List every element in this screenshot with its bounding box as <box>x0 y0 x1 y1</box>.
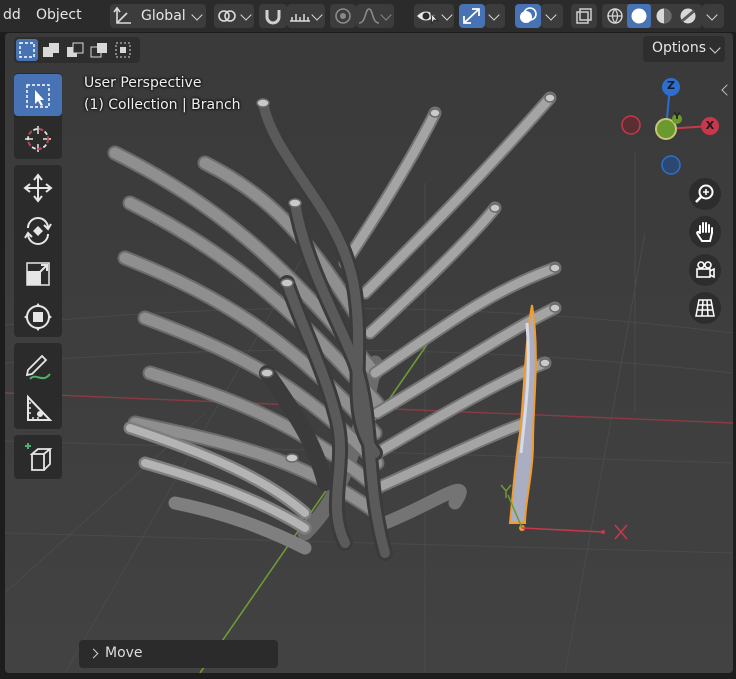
chevron-down-icon <box>191 9 203 21</box>
last-operation-label: Move <box>105 645 143 661</box>
tool-add-cube[interactable] <box>14 436 62 478</box>
perspective-toggle-button[interactable] <box>689 292 721 324</box>
ruler-icon <box>27 394 53 421</box>
zoom-button[interactable] <box>689 178 721 210</box>
chevron-down-icon <box>709 42 721 54</box>
magnet-icon <box>265 10 281 25</box>
select-mode-subtract-button[interactable] <box>64 39 86 61</box>
options-dropdown[interactable]: Options <box>643 36 725 62</box>
transform-icon <box>24 303 52 331</box>
gizmo-x-label[interactable]: X <box>703 119 717 132</box>
chevron-right-icon <box>88 648 99 659</box>
falloff-curve-icon <box>358 8 380 24</box>
falloff-dropdown[interactable] <box>356 4 394 28</box>
select-extend-icon <box>43 43 59 57</box>
select-new-icon <box>19 42 35 58</box>
chevron-down-icon <box>441 9 453 21</box>
tool-cursor[interactable] <box>14 117 62 159</box>
pan-hand-icon <box>696 222 713 242</box>
chevron-down-icon <box>311 9 323 21</box>
3d-viewport[interactable]: Z X Y Options User Perspective (1) Colle… <box>5 33 733 673</box>
pencil-icon <box>25 354 51 380</box>
xray-toggle[interactable] <box>571 4 597 28</box>
tool-move[interactable] <box>14 166 62 208</box>
gizmo-toggle[interactable] <box>459 4 485 28</box>
pivot-icon <box>218 10 236 22</box>
tool-select-box[interactable] <box>14 74 62 116</box>
selectability-visibility-dropdown[interactable] <box>414 4 454 28</box>
pivot-point-dropdown[interactable] <box>214 4 254 28</box>
tool-transform[interactable] <box>14 295 62 337</box>
transform-orientation-label: Global <box>141 8 186 24</box>
shading-wireframe-button[interactable] <box>602 4 627 28</box>
overlays-icon <box>520 7 537 23</box>
toolbar-select-group <box>14 73 62 159</box>
toolbar-transform-group <box>14 165 62 337</box>
eye-cursor-icon <box>417 11 440 26</box>
chevron-down-icon <box>706 9 718 21</box>
move-arrows-icon <box>23 173 53 203</box>
chevron-down-icon <box>488 9 500 21</box>
toolbar-add-group <box>14 435 62 479</box>
options-label: Options <box>652 40 707 56</box>
scene-render <box>5 33 733 673</box>
viewport-header: dd Object Global <box>0 0 736 32</box>
orientation-axes-icon <box>113 6 131 24</box>
chevron-down-icon <box>545 9 557 21</box>
chevron-down-icon <box>380 9 392 21</box>
last-operation-panel[interactable]: Move <box>79 640 278 668</box>
proportional-edit-toggle[interactable] <box>330 4 356 28</box>
camera-view-button[interactable] <box>689 254 721 286</box>
collection-label: (1) Collection | Branch <box>84 97 241 113</box>
view-name: User Perspective <box>84 75 202 91</box>
shading-solid-button[interactable] <box>627 4 652 28</box>
overlays-dropdown[interactable] <box>541 4 563 28</box>
pan-button[interactable] <box>689 216 721 248</box>
gizmo-z-label[interactable]: Z <box>664 79 678 92</box>
add-cube-icon <box>25 443 53 471</box>
scale-icon <box>26 262 50 286</box>
gizmo-arrow-icon <box>463 8 480 24</box>
cursor-icon <box>25 126 51 152</box>
snap-target-dropdown[interactable] <box>287 4 325 28</box>
gizmo-dropdown[interactable] <box>485 4 505 28</box>
overlays-toggle[interactable] <box>515 4 541 28</box>
blender-window: dd Object Global Z X Y Options User Pers… <box>0 0 736 679</box>
rotate-icon <box>24 217 52 245</box>
select-mode-invert-button[interactable] <box>88 39 110 61</box>
select-invert-icon <box>90 43 107 58</box>
gizmo-y-label[interactable]: Y <box>670 112 684 122</box>
select-intersect-icon <box>115 42 131 58</box>
menu-object[interactable]: Object <box>36 7 82 23</box>
select-subtract-icon <box>67 42 84 57</box>
shading-dropdown[interactable] <box>702 4 724 28</box>
select-mode-extend-button[interactable] <box>40 39 62 61</box>
grid-icon <box>695 299 715 317</box>
tool-rotate[interactable] <box>14 209 62 251</box>
tool-scale[interactable] <box>14 252 62 294</box>
toolbar-annotate-group <box>14 343 62 429</box>
xray-icon <box>576 8 592 24</box>
proportional-edit-icon <box>335 8 351 24</box>
selection-mode-group <box>14 37 140 63</box>
select-mode-new-button[interactable] <box>16 39 38 61</box>
shading-mode-group <box>602 4 702 28</box>
tool-measure[interactable] <box>14 387 62 429</box>
shading-rendered-button[interactable] <box>677 4 702 28</box>
tool-annotate[interactable] <box>14 344 62 386</box>
shading-material-button[interactable] <box>652 4 677 28</box>
snap-increment-icon <box>290 14 310 22</box>
transform-orientation-dropdown[interactable]: Global <box>110 4 206 28</box>
menu-add[interactable]: dd <box>3 7 21 23</box>
snap-toggle[interactable] <box>259 4 287 28</box>
select-mode-intersect-button[interactable] <box>112 39 134 61</box>
select-box-icon <box>26 84 50 108</box>
camera-icon <box>696 261 715 279</box>
zoom-icon <box>695 184 714 203</box>
